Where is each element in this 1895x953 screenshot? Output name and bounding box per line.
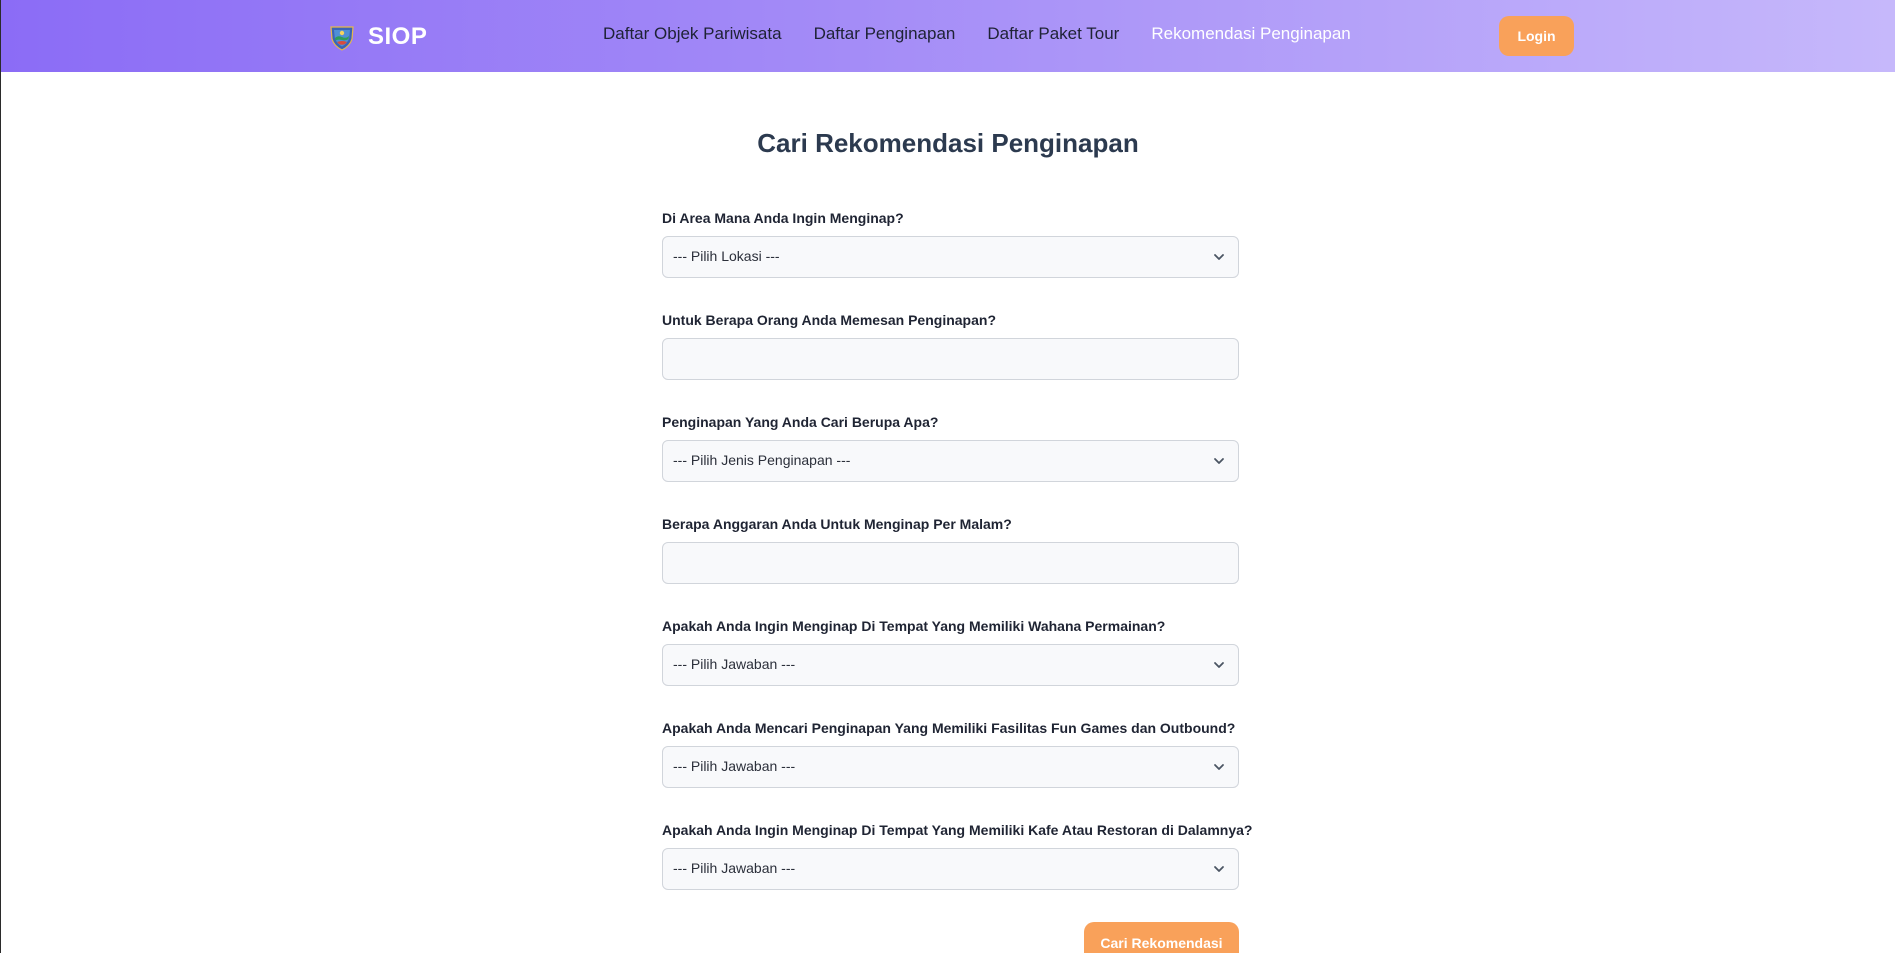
fun-games-select[interactable]: --- Pilih Jawaban --- xyxy=(662,746,1239,788)
field-budget: Berapa Anggaran Anda Untuk Menginap Per … xyxy=(662,515,1239,617)
field-lodging-type: Penginapan Yang Anda Cari Berupa Apa? --… xyxy=(662,413,1239,515)
playground-label: Apakah Anda Ingin Menginap Di Tempat Yan… xyxy=(662,618,1166,634)
budget-label: Berapa Anggaran Anda Untuk Menginap Per … xyxy=(662,516,1012,532)
field-location: Di Area Mana Anda Ingin Menginap? --- Pi… xyxy=(662,209,1239,311)
budget-input[interactable] xyxy=(662,542,1239,584)
field-guest-count: Untuk Berapa Orang Anda Memesan Penginap… xyxy=(662,311,1239,413)
lodging-type-select[interactable]: --- Pilih Jenis Penginapan --- xyxy=(662,440,1239,482)
search-recommendation-button[interactable]: Cari Rekomendasi xyxy=(1084,922,1239,953)
chevron-down-icon xyxy=(1214,254,1224,260)
main-nav: Daftar Objek Pariwisata Daftar Penginapa… xyxy=(603,24,1351,44)
browser-viewport: SIOP Daftar Objek Pariwisata Daftar Peng… xyxy=(1,0,1895,953)
regional-emblem-icon xyxy=(330,26,354,51)
field-playground: Apakah Anda Ingin Menginap Di Tempat Yan… xyxy=(662,617,1239,719)
navbar: SIOP Daftar Objek Pariwisata Daftar Peng… xyxy=(1,0,1895,72)
chevron-down-icon xyxy=(1214,662,1224,668)
fun-games-select-value: --- Pilih Jawaban --- xyxy=(673,758,796,774)
field-fun-games: Apakah Anda Mencari Penginapan Yang Memi… xyxy=(662,719,1239,821)
location-label: Di Area Mana Anda Ingin Menginap? xyxy=(662,210,904,226)
recommendation-form: Di Area Mana Anda Ingin Menginap? --- Pi… xyxy=(662,209,1253,923)
lodging-type-label: Penginapan Yang Anda Cari Berupa Apa? xyxy=(662,414,939,430)
field-cafe-restaurant: Apakah Anda Ingin Menginap Di Tempat Yan… xyxy=(662,821,1253,923)
login-button[interactable]: Login xyxy=(1499,16,1574,56)
fun-games-label: Apakah Anda Mencari Penginapan Yang Memi… xyxy=(662,720,1236,736)
playground-select-value: --- Pilih Jawaban --- xyxy=(673,656,796,672)
brand[interactable]: SIOP xyxy=(328,20,427,54)
nav-link-daftar-penginapan[interactable]: Daftar Penginapan xyxy=(814,24,956,44)
nav-link-daftar-objek-pariwisata[interactable]: Daftar Objek Pariwisata xyxy=(603,24,782,44)
nav-link-rekomendasi-penginapan[interactable]: Rekomendasi Penginapan xyxy=(1151,24,1350,44)
cafe-restaurant-label: Apakah Anda Ingin Menginap Di Tempat Yan… xyxy=(662,822,1253,838)
page-title: Cari Rekomendasi Penginapan xyxy=(757,128,1139,158)
chevron-down-icon xyxy=(1214,866,1224,872)
chevron-down-icon xyxy=(1214,764,1224,770)
cafe-restaurant-select-value: --- Pilih Jawaban --- xyxy=(673,860,796,876)
playground-select[interactable]: --- Pilih Jawaban --- xyxy=(662,644,1239,686)
location-select-value: --- Pilih Lokasi --- xyxy=(673,248,780,264)
chevron-down-icon xyxy=(1214,458,1224,464)
brand-name: SIOP xyxy=(368,23,428,50)
guest-count-label: Untuk Berapa Orang Anda Memesan Penginap… xyxy=(662,312,996,328)
lodging-type-select-value: --- Pilih Jenis Penginapan --- xyxy=(673,452,851,468)
location-select[interactable]: --- Pilih Lokasi --- xyxy=(662,236,1239,278)
nav-link-daftar-paket-tour[interactable]: Daftar Paket Tour xyxy=(987,24,1119,44)
cafe-restaurant-select[interactable]: --- Pilih Jawaban --- xyxy=(662,848,1239,890)
guest-count-input[interactable] xyxy=(662,338,1239,380)
